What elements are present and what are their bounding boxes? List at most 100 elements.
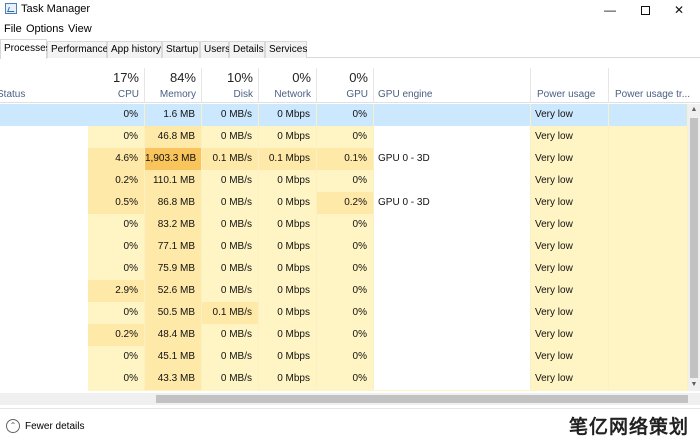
process-name-cell[interactable]	[0, 258, 88, 280]
tab-details[interactable]: Details	[229, 41, 265, 58]
trend-cell	[609, 104, 688, 126]
process-row[interactable]: 0% 75.9 MB 0 MB/s 0 Mbps 0% Very low	[0, 258, 688, 280]
network-cell: 0 Mbps	[259, 170, 317, 192]
maximize-button[interactable]	[630, 0, 660, 20]
menu-options[interactable]: Options	[26, 23, 64, 35]
disk-cell: 0 MB/s	[202, 104, 259, 126]
minimize-button[interactable]: —	[595, 0, 625, 20]
vertical-scroll-thumb[interactable]	[690, 118, 698, 378]
close-button[interactable]: ✕	[664, 0, 694, 20]
trend-cell	[609, 236, 688, 258]
cpu-cell: 2.9%	[88, 280, 145, 302]
gpu-engine-cell	[374, 126, 531, 148]
minimize-icon: —	[604, 3, 616, 17]
process-name-cell[interactable]	[0, 126, 88, 148]
memory-cell: 77.1 MB	[145, 236, 202, 258]
process-row[interactable]: 2.9% 52.6 MB 0 MB/s 0 Mbps 0% Very low	[0, 280, 688, 302]
process-name-cell[interactable]	[0, 302, 88, 324]
cpu-cell: 0%	[88, 258, 145, 280]
process-row[interactable]: 0% 45.1 MB 0 MB/s 0 Mbps 0% Very low	[0, 346, 688, 368]
column-power-usage-trend[interactable]: Power usage tr...	[609, 68, 700, 103]
process-name-cell[interactable]	[0, 346, 88, 368]
process-row[interactable]: 0.5% 86.8 MB 0 MB/s 0 Mbps 0.2% GPU 0 - 3D Ver…	[0, 192, 688, 214]
power-cell: Very low	[531, 302, 609, 324]
process-row[interactable]: 0% 43.3 MB 0 MB/s 0 Mbps 0% Very low	[0, 368, 688, 390]
process-row[interactable]: 0% 46.8 MB 0 MB/s 0 Mbps 0% Very low	[0, 126, 688, 148]
process-name-cell[interactable]	[0, 214, 88, 236]
chevron-up-icon[interactable]: ⌃	[6, 419, 20, 433]
trend-cell	[609, 258, 688, 280]
column-gpu[interactable]: 0% GPU	[317, 68, 374, 103]
memory-cell: 50.5 MB	[145, 302, 202, 324]
tab-processes[interactable]: Processes	[0, 39, 51, 59]
power-cell: Very low	[531, 214, 609, 236]
disk-cell: 0 MB/s	[202, 236, 259, 258]
tab-app-history[interactable]: App history	[107, 41, 162, 58]
title-bar: Task Manager — ✕	[0, 0, 700, 20]
menu-file[interactable]: File	[4, 23, 22, 35]
column-memory[interactable]: 84% Memory	[145, 68, 202, 103]
column-power-usage[interactable]: Power usage	[531, 68, 609, 103]
trend-cell	[609, 368, 688, 390]
gpu-header-label: GPU	[346, 89, 368, 100]
gpu-cell: 0%	[317, 236, 374, 258]
horizontal-scroll-thumb[interactable]	[156, 395, 688, 403]
process-name-cell[interactable]	[0, 104, 88, 126]
tab-users[interactable]: Users	[200, 41, 230, 58]
gpu-engine-cell	[374, 170, 531, 192]
process-row[interactable]: 0% 77.1 MB 0 MB/s 0 Mbps 0% Very low	[0, 236, 688, 258]
column-network[interactable]: 0% Network	[259, 68, 317, 103]
gpu-engine-cell	[374, 346, 531, 368]
process-name-cell[interactable]	[0, 368, 88, 390]
disk-cell: 0 MB/s	[202, 258, 259, 280]
scroll-down-icon[interactable]: ▼	[688, 379, 700, 391]
gpu-engine-cell	[374, 236, 531, 258]
gpu-cell: 0%	[317, 368, 374, 390]
process-name-cell[interactable]	[0, 148, 88, 170]
power-cell: Very low	[531, 148, 609, 170]
process-name-cell[interactable]	[0, 236, 88, 258]
gpu-cell: 0%	[317, 104, 374, 126]
trend-cell	[609, 170, 688, 192]
scroll-up-icon[interactable]: ▲	[688, 104, 700, 116]
memory-cell: 43.3 MB	[145, 368, 202, 390]
tab-services[interactable]: Services	[265, 41, 307, 58]
process-row[interactable]: 0% 83.2 MB 0 MB/s 0 Mbps 0% Very low	[0, 214, 688, 236]
horizontal-scrollbar[interactable]	[0, 393, 688, 405]
process-row[interactable]: 4.6% 1,903.3 MB 0.1 MB/s 0.1 Mbps 0.1% GPU 0 …	[0, 148, 688, 170]
power-cell: Very low	[531, 346, 609, 368]
process-row[interactable]: 0% 50.5 MB 0.1 MB/s 0 Mbps 0% Very low	[0, 302, 688, 324]
gpu-cell: 0%	[317, 126, 374, 148]
fewer-details-link[interactable]: Fewer details	[25, 421, 84, 432]
tab-startup[interactable]: Startup	[162, 41, 200, 58]
vertical-scrollbar[interactable]: ▲ ▼	[688, 104, 700, 391]
cpu-cell: 0%	[88, 368, 145, 390]
network-cell: 0 Mbps	[259, 258, 317, 280]
trend-cell	[609, 126, 688, 148]
cpu-cell: 0%	[88, 214, 145, 236]
process-name-cell[interactable]	[0, 324, 88, 346]
network-cell: 0 Mbps	[259, 104, 317, 126]
process-row[interactable]: 0.2% 48.4 MB 0 MB/s 0 Mbps 0% Very low	[0, 324, 688, 346]
gpu-engine-header-label: GPU engine	[378, 89, 433, 100]
trend-cell	[609, 302, 688, 324]
menu-view[interactable]: View	[68, 23, 92, 35]
column-disk[interactable]: 10% Disk	[202, 68, 259, 103]
process-name-cell[interactable]	[0, 280, 88, 302]
power-usage-header-label: Power usage	[537, 89, 596, 100]
tab-performance[interactable]: Performance	[47, 41, 108, 58]
network-total-percent: 0%	[292, 70, 311, 85]
scrollbar-corner	[688, 393, 700, 405]
disk-cell: 0.1 MB/s	[202, 302, 259, 324]
menu-bar: File Options View	[0, 20, 700, 38]
disk-cell: 0 MB/s	[202, 214, 259, 236]
process-name-cell[interactable]	[0, 192, 88, 214]
process-row[interactable]: 0% 1.6 MB 0 MB/s 0 Mbps 0% Very low	[0, 104, 688, 126]
column-status[interactable]: Status	[0, 68, 88, 103]
column-gpu-engine[interactable]: GPU engine	[374, 68, 531, 103]
process-row[interactable]: 0.2% 110.1 MB 0 MB/s 0 Mbps 0% Very low	[0, 170, 688, 192]
process-name-cell[interactable]	[0, 170, 88, 192]
column-cpu[interactable]: 17% CPU	[88, 68, 145, 103]
memory-cell: 110.1 MB	[145, 170, 202, 192]
trend-cell	[609, 346, 688, 368]
